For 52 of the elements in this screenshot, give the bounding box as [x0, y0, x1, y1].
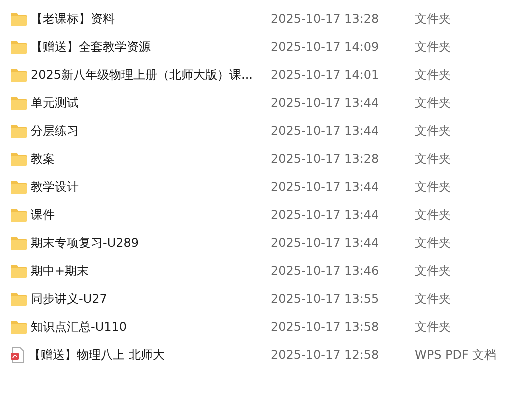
- pdf-file-icon: [11, 347, 25, 363]
- file-type: 文件夹: [415, 206, 451, 224]
- modified-date: 2025-10-17 13:44: [271, 96, 380, 110]
- modified-date: 2025-10-17 13:44: [271, 208, 380, 222]
- file-type: 文件夹: [415, 318, 451, 336]
- file-type: 文件夹: [415, 290, 451, 308]
- modified-date: 2025-10-17 13:58: [271, 320, 380, 334]
- folder-icon: [11, 96, 27, 110]
- modified-date: 2025-10-17 13:44: [271, 124, 380, 138]
- modified-date: 2025-10-17 13:44: [271, 180, 380, 194]
- modified-date: 2025-10-17 13:44: [271, 236, 380, 250]
- file-name[interactable]: 【赠送】全套教学资源: [31, 38, 151, 56]
- modified-date: 2025-10-17 12:58: [271, 348, 380, 362]
- file-name[interactable]: 知识点汇总-U110: [31, 318, 128, 336]
- folder-icon: [11, 236, 27, 250]
- folder-icon: [11, 124, 27, 138]
- file-type: 文件夹: [415, 234, 451, 252]
- folder-icon: [11, 68, 27, 82]
- file-type: 文件夹: [415, 122, 451, 140]
- file-type: 文件夹: [415, 94, 451, 112]
- folder-icon: [11, 180, 27, 194]
- file-name[interactable]: 2025新八年级物理上册（北师大版）课...: [31, 66, 253, 84]
- folder-icon: [11, 40, 27, 54]
- file-name[interactable]: 教学设计: [31, 178, 79, 196]
- file-name[interactable]: 教案: [31, 150, 55, 168]
- modified-date: 2025-10-17 14:01: [271, 68, 380, 82]
- file-name[interactable]: 单元测试: [31, 94, 79, 112]
- folder-icon: [11, 208, 27, 222]
- folder-icon: [11, 152, 27, 166]
- modified-date: 2025-10-17 14:09: [271, 40, 380, 54]
- file-type: 文件夹: [415, 150, 451, 168]
- file-name[interactable]: 分层练习: [31, 122, 79, 140]
- modified-date: 2025-10-17 13:46: [271, 264, 380, 278]
- file-name[interactable]: 期末专项复习-U289: [31, 234, 140, 252]
- folder-icon: [11, 292, 27, 306]
- file-type: 文件夹: [415, 178, 451, 196]
- modified-date: 2025-10-17 13:55: [271, 292, 380, 306]
- file-name[interactable]: 课件: [31, 206, 55, 224]
- file-name[interactable]: 【赠送】物理八上 北师大: [29, 346, 165, 364]
- file-name[interactable]: 同步讲义-U27: [31, 290, 108, 308]
- file-name[interactable]: 【老课标】资料: [31, 10, 115, 28]
- file-type: 文件夹: [415, 262, 451, 280]
- file-name[interactable]: 期中+期末: [31, 262, 90, 280]
- folder-icon: [11, 264, 27, 278]
- file-type: WPS PDF 文档: [415, 346, 497, 364]
- folder-icon: [11, 320, 27, 334]
- modified-date: 2025-10-17 13:28: [271, 152, 380, 166]
- modified-date: 2025-10-17 13:28: [271, 12, 380, 26]
- file-type: 文件夹: [415, 38, 451, 56]
- file-type: 文件夹: [415, 10, 451, 28]
- file-type: 文件夹: [415, 66, 451, 84]
- folder-icon: [11, 12, 27, 26]
